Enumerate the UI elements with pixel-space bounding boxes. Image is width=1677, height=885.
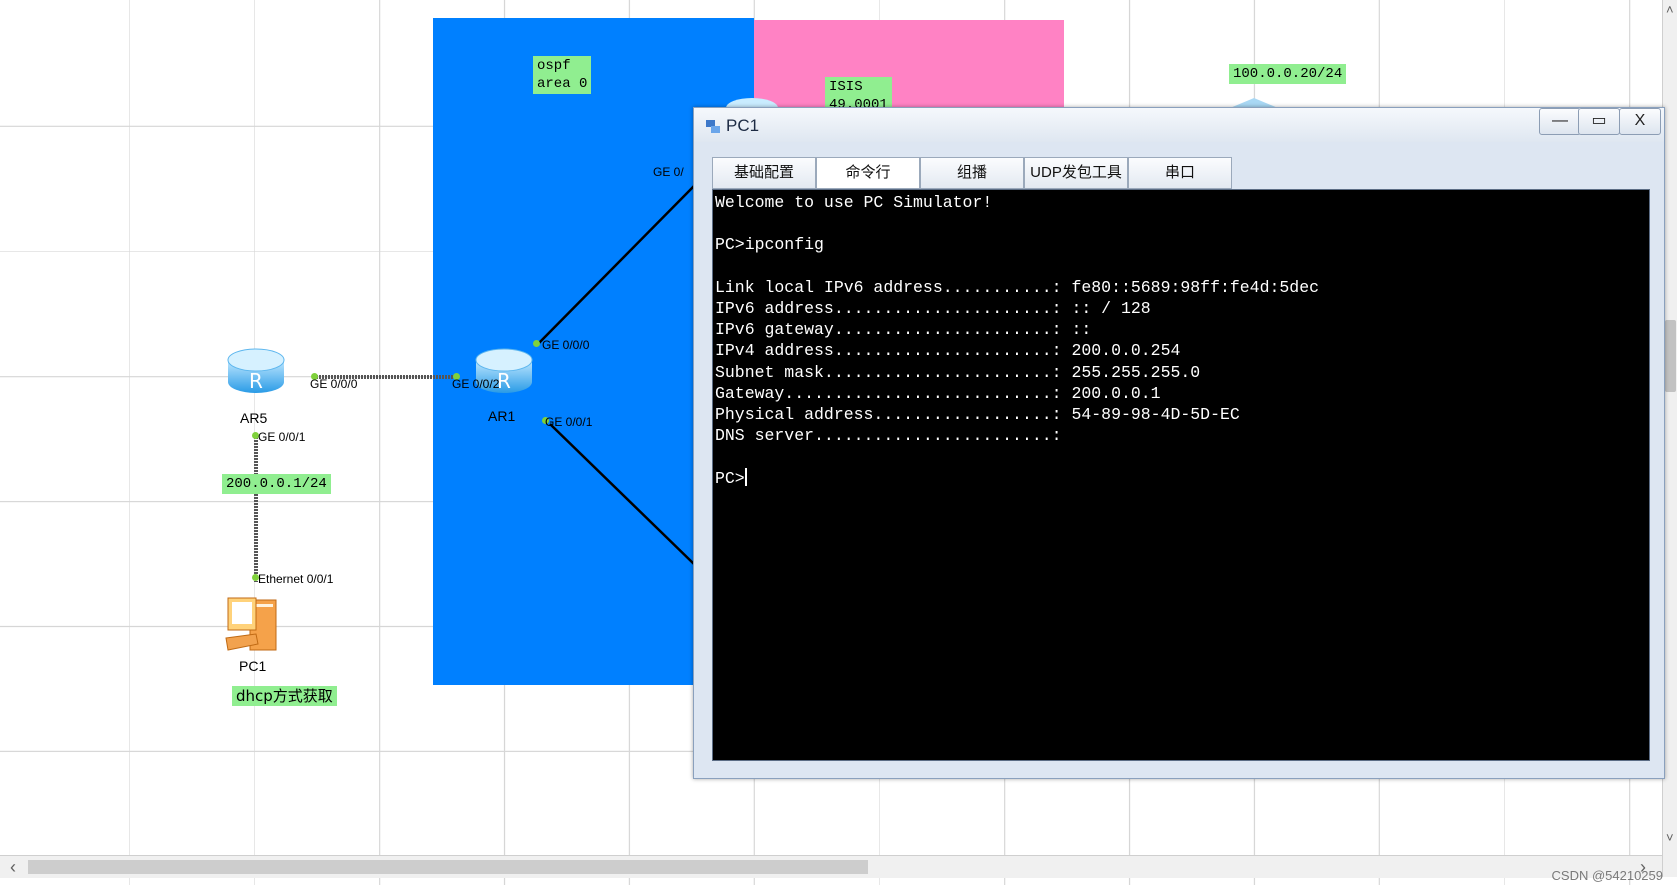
terminal-prompt-line[interactable]: PC> [715,467,1319,489]
terminal-line: Subnet mask.......................: 255.… [715,362,1201,382]
device-name-pc1: PC1 [239,658,267,674]
port-label-pc-eth: Ethernet 0/0/1 [258,572,334,586]
terminal-line: Link local IPv6 address...........: fe80… [715,277,1319,297]
terminal-line: Gateway...........................: 200.… [715,383,1161,403]
port-label-top: GE 0/ [653,165,684,179]
pc1-console-window[interactable]: PC1 — ▭ X 基础配置 命令行 组播 UDP发包工具 串口 Welcome… [693,107,1665,779]
svg-text:R: R [249,369,263,393]
terminal-output: Welcome to use PC Simulator! PC>ipconfig… [715,192,1319,489]
terminal-line: PC>ipconfig [715,235,824,255]
router-ar5[interactable]: R AR5 [224,346,288,426]
terminal-line: Physical address..................: 54-8… [715,405,1240,425]
device-name-ar5: AR5 [240,410,268,426]
port-label-ar5-ge001: GE 0/0/1 [258,430,306,444]
terminal-prompt: PC> [715,468,745,488]
port-label-ar1-ge000: GE 0/0/0 [542,338,590,352]
port-label-ar1-ge002: GE 0/0/2 [452,377,500,391]
vertical-scroll-thumb[interactable] [1665,320,1676,392]
ospf-area-note: ospf area 0 [533,56,592,94]
window-titlebar[interactable]: PC1 — ▭ X [694,108,1664,142]
tab-command-line[interactable]: 命令行 [816,157,920,189]
tab-multicast[interactable]: 组播 [920,157,1024,189]
port-label-ar1-ge001: GE 0/0/1 [545,415,593,429]
port-dot [533,340,540,347]
terminal-console[interactable]: Welcome to use PC Simulator! PC>ipconfig… [712,189,1650,761]
horizontal-scroll-thumb[interactable] [28,860,868,874]
horizontal-scrollbar[interactable]: ‹ › [0,855,1662,878]
scroll-up-arrow-icon[interactable]: ˄ [1666,2,1674,17]
router-icon: R [227,348,285,393]
text-cursor [744,467,747,486]
maximize-button[interactable]: ▭ [1578,108,1620,135]
tab-serial[interactable]: 串口 [1128,157,1232,189]
pc-icon [225,597,277,651]
terminal-line: IPv6 address......................: :: /… [715,299,1151,319]
pc-pc1[interactable]: PC1 [222,594,290,674]
watermark: CSDN @54210259 [1551,868,1663,883]
terminal-line: Welcome to use PC Simulator! [715,193,993,212]
tab-basic-config[interactable]: 基础配置 [712,157,816,189]
dhcp-note: dhcp方式获取 [232,686,337,706]
tab-udp-tool[interactable]: UDP发包工具 [1024,157,1128,189]
device-name-ar1: AR1 [488,408,516,424]
subnet-note-left: 200.0.0.1/24 [222,474,331,494]
terminal-line: IPv4 address......................: 200.… [715,341,1181,361]
minimize-button[interactable]: — [1539,108,1581,135]
scroll-down-arrow-icon[interactable]: ˅ [1666,830,1674,845]
subnet-note-right: 100.0.0.20/24 [1229,64,1347,84]
window-title: PC1 [726,116,760,135]
close-button[interactable]: X [1619,108,1661,135]
port-label-ar5-ge000: GE 0/0/0 [310,377,358,391]
scroll-left-arrow-icon[interactable]: ‹ [10,857,16,878]
link-ar1-bottom [549,423,696,566]
terminal-line: IPv6 gateway......................: :: [715,320,1092,340]
link-ar1-top [536,184,696,346]
terminal-line: DNS server........................: [715,426,1062,446]
app-icon [706,120,720,133]
router-ar1[interactable]: R AR1 [472,346,536,424]
